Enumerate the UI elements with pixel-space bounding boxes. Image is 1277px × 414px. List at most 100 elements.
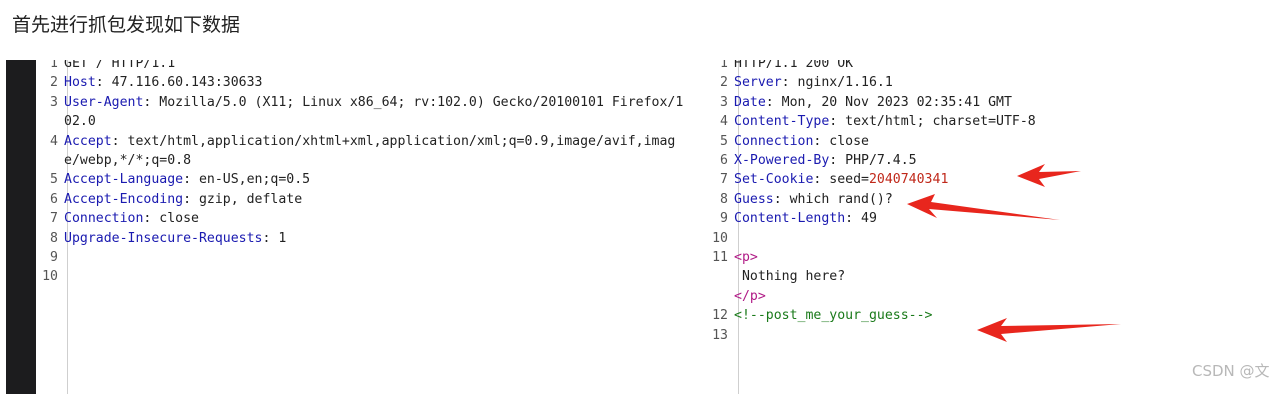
- line-text: Nothing here?: [734, 267, 1277, 286]
- line-text: Server: nginx/1.16.1: [734, 73, 1277, 92]
- response-line: 11 <p>: [706, 248, 1277, 267]
- line-text: GET / HTTP/1.1: [64, 60, 690, 73]
- line-text: [64, 267, 690, 286]
- arrow-comment: [977, 318, 1121, 342]
- line-number: 8: [50, 230, 58, 246]
- arrow-guess: [907, 194, 1060, 220]
- line-text: User-Agent: Mozilla/5.0 (X11; Linux x86_…: [64, 93, 690, 132]
- line-text: </p>: [734, 287, 1277, 306]
- header-value: : 1: [262, 230, 287, 246]
- header-key: Set-Cookie: [734, 172, 814, 188]
- header-value: : text/html; charset=UTF-8: [829, 114, 1036, 130]
- line-number: 6: [720, 153, 728, 169]
- watermark: CSDN @文: [1192, 362, 1270, 380]
- request-line: 2 Host: 47.116.60.143:30633: [36, 73, 690, 92]
- header-key: Content-Type: [734, 114, 830, 130]
- header-value: GET / HTTP/1.1: [64, 60, 176, 71]
- html-comment: <!--post_me_your_guess-->: [734, 308, 933, 324]
- line-text: HTTP/1.1 200 OK: [734, 60, 1277, 73]
- response-line: 2 Server: nginx/1.16.1: [706, 73, 1277, 92]
- line-number: 3: [720, 94, 728, 110]
- line-text: Accept: text/html,application/xhtml+xml,…: [64, 132, 690, 171]
- line-number: 4: [50, 133, 58, 149]
- header-value: HTTP/1.1 200 OK: [734, 60, 854, 71]
- request-line: 9: [36, 248, 690, 267]
- request-line: 10: [36, 267, 690, 286]
- request-line: 7 Connection: close: [36, 209, 690, 228]
- header-key: Server: [734, 75, 782, 91]
- header-value: : gzip, deflate: [183, 191, 303, 207]
- request-line: 1 GET / HTTP/1.1: [36, 60, 690, 73]
- line-number: 9: [720, 211, 728, 227]
- line-text: Content-Type: text/html; charset=UTF-8: [734, 112, 1277, 131]
- header-key: User-Agent: [64, 94, 144, 110]
- header-key: Date: [734, 94, 766, 110]
- line-number: [706, 287, 734, 306]
- line-text: [734, 229, 1277, 248]
- header-key: Guess: [734, 191, 774, 207]
- header-value: : en-US,en;q=0.5: [183, 172, 311, 188]
- html-tag: <p>: [734, 250, 758, 266]
- line-number: 1: [720, 60, 728, 71]
- response-line: 4 Content-Type: text/html; charset=UTF-8: [706, 112, 1277, 131]
- response-line: Nothing here?: [706, 267, 1277, 286]
- header-key: Connection: [734, 133, 814, 149]
- header-value: : nginx/1.16.1: [781, 75, 893, 91]
- header-value: : seed=: [813, 172, 869, 188]
- request-line: 4 Accept: text/html,application/xhtml+xml…: [36, 132, 690, 171]
- header-value: : 49: [845, 211, 877, 227]
- header-value: : close: [143, 211, 199, 227]
- request-line: 5 Accept-Language: en-US,en;q=0.5: [36, 170, 690, 189]
- line-text: Set-Cookie: seed=2040740341: [734, 170, 1277, 189]
- line-number: 3: [50, 94, 58, 110]
- line-number: 6: [50, 191, 58, 207]
- line-number: 7: [50, 211, 58, 227]
- response-line: </p>: [706, 287, 1277, 306]
- request-code: 1 GET / HTTP/1.1 2 Host: 47.116.60.143:3063…: [36, 60, 690, 287]
- header-key: Accept: [64, 133, 112, 149]
- response-line: 6 X-Powered-By: PHP/7.4.5: [706, 151, 1277, 170]
- header-key: Accept-Language: [64, 172, 184, 188]
- header-value: : PHP/7.4.5: [829, 153, 917, 169]
- arrow-set-cookie: [1017, 164, 1081, 187]
- page-heading: 首先进行抓包发现如下数据: [12, 14, 241, 36]
- response-line: 10: [706, 229, 1277, 248]
- line-text: Accept-Encoding: gzip, deflate: [64, 190, 690, 209]
- request-pane[interactable]: 1 GET / HTTP/1.1 2 Host: 47.116.60.143:3063…: [36, 60, 690, 394]
- header-value: : 47.116.60.143:30633: [95, 75, 263, 91]
- line-number: 10: [712, 230, 728, 246]
- line-number: 10: [42, 269, 58, 285]
- cookie-seed-value: 2040740341: [868, 172, 949, 188]
- response-line: 7 Set-Cookie: seed=2040740341: [706, 170, 1277, 189]
- request-line: 3 User-Agent: Mozilla/5.0 (X11; Linux x86…: [36, 93, 690, 132]
- header-value: Nothing here?: [734, 269, 846, 285]
- line-text: Upgrade-Insecure-Requests: 1: [64, 229, 690, 248]
- line-number: 5: [50, 172, 58, 188]
- line-text: <p>: [734, 248, 1277, 267]
- editor-sidebar: [6, 60, 36, 394]
- line-number: 1: [50, 60, 58, 71]
- header-key: Accept-Encoding: [64, 191, 184, 207]
- line-text: Connection: close: [64, 209, 690, 228]
- header-value: : text/html,application/xhtml+xml,applic…: [64, 133, 676, 169]
- header-key: Connection: [64, 211, 144, 227]
- header-value: : Mozilla/5.0 (X11; Linux x86_64; rv:102…: [64, 94, 684, 130]
- header-key: Upgrade-Insecure-Requests: [64, 230, 263, 246]
- line-number: 13: [712, 327, 728, 343]
- header-value: : Mon, 20 Nov 2023 02:35:41 GMT: [765, 94, 1012, 110]
- line-number: 2: [50, 75, 58, 91]
- header-key: X-Powered-By: [734, 153, 830, 169]
- header-value: : close: [813, 133, 869, 149]
- line-number: 7: [720, 172, 728, 188]
- header-key: Content-Length: [734, 211, 846, 227]
- line-number: 5: [720, 133, 728, 149]
- line-number: [706, 267, 734, 286]
- line-text: Date: Mon, 20 Nov 2023 02:35:41 GMT: [734, 93, 1277, 112]
- line-number: 4: [720, 114, 728, 130]
- line-text: X-Powered-By: PHP/7.4.5: [734, 151, 1277, 170]
- request-line: 8 Upgrade-Insecure-Requests: 1: [36, 229, 690, 248]
- response-line: 1 HTTP/1.1 200 OK: [706, 60, 1277, 73]
- request-line: 6 Accept-Encoding: gzip, deflate: [36, 190, 690, 209]
- header-value: : which rand()?: [773, 191, 893, 207]
- line-number: 12: [712, 308, 728, 324]
